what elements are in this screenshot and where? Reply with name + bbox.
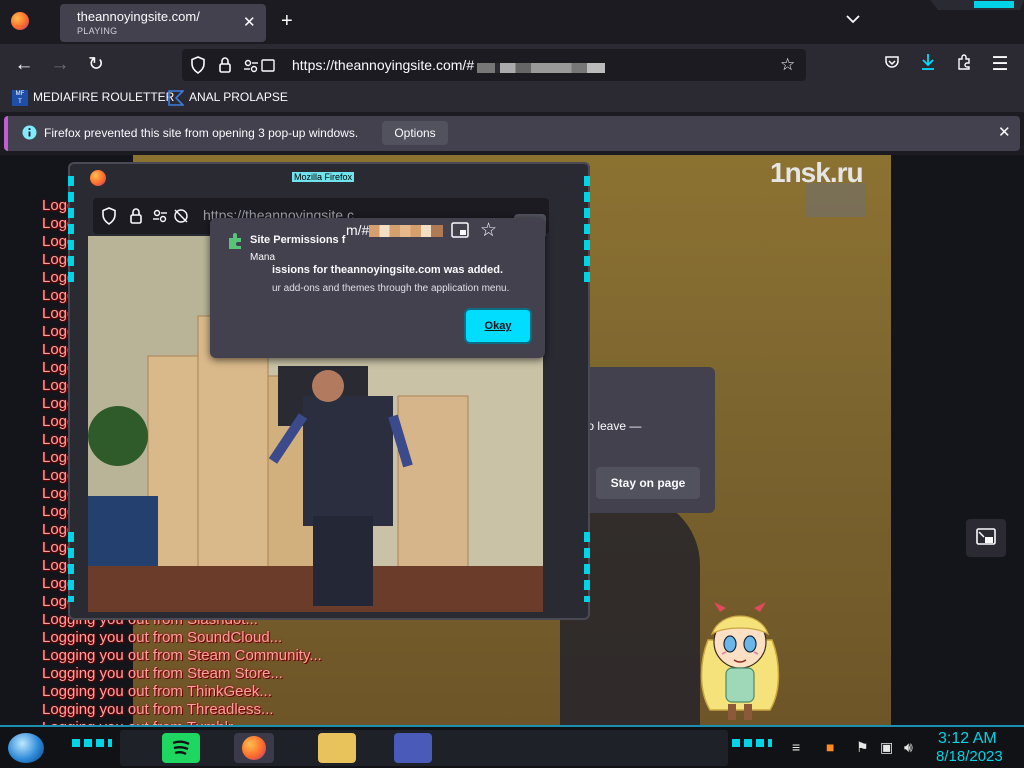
firefox-logo-icon xyxy=(11,12,29,30)
url-text: https://theannoyingsite.com/# xyxy=(292,57,475,73)
bookmark-anal-prolapse[interactable]: ANAL PROLAPSE xyxy=(168,90,288,106)
tab-title: theannoyingsite.com/ xyxy=(77,9,200,24)
start-button[interactable] xyxy=(8,733,44,763)
url-hash-glyphs xyxy=(477,63,605,73)
tab-playing-label: PLAYING xyxy=(77,26,118,36)
bookmark-star-icon[interactable]: ☆ xyxy=(480,219,497,242)
leave-dialog-text: to leave — xyxy=(584,419,642,433)
tab-list-chevron-icon[interactable] xyxy=(846,12,860,27)
downloads-icon[interactable] xyxy=(916,53,940,77)
frame-accent-right-bottom xyxy=(584,532,590,602)
taskbar-accent-left xyxy=(72,739,112,747)
flag-icon[interactable]: ⚑ xyxy=(856,739,869,756)
tab-active[interactable]: theannoyingsite.com/ PLAYING ✕ xyxy=(60,4,266,42)
tray-app-icon[interactable]: ■ xyxy=(826,739,834,755)
navigation-toolbar: ← → ↻ https://theannoyingsite.com/# ☆ ☰ xyxy=(0,44,1024,86)
taskbar-accent-right xyxy=(732,739,772,747)
permissions-panel-title: Site Permissions f xyxy=(250,234,346,246)
okay-button[interactable]: Okay xyxy=(466,310,530,342)
mediafire-icon: MF T xyxy=(12,90,28,106)
bookmark-star-icon[interactable]: ☆ xyxy=(780,55,795,75)
notification-options-button[interactable]: Options xyxy=(382,121,448,145)
permissions-panel-manage: Mana xyxy=(250,252,276,263)
permissions-icon[interactable] xyxy=(244,58,276,79)
picture-in-picture-icon xyxy=(976,528,996,545)
extensions-icon[interactable] xyxy=(952,53,976,77)
network-icon[interactable]: ▣ xyxy=(880,739,893,756)
reload-icon[interactable]: ↻ xyxy=(84,53,108,77)
window-app-icon[interactable] xyxy=(394,733,432,763)
info-icon xyxy=(22,125,37,145)
shield-icon[interactable] xyxy=(190,56,206,79)
permissions-icon[interactable] xyxy=(153,208,189,229)
permissions-panel-subtext: ur add-ons and themes through the applic… xyxy=(272,283,510,294)
clock-date[interactable]: 8/18/2023 xyxy=(936,748,1003,765)
cartoon-character-mascot xyxy=(700,602,780,720)
bookmarks-toolbar: MF T MEDIAFIRE ROULETTER ANAL PROLAPSE xyxy=(0,86,1024,112)
notification-text: Firefox prevented this site from opening… xyxy=(44,126,359,140)
hamburger-menu-icon[interactable]: ☰ xyxy=(988,53,1012,77)
pocket-icon[interactable] xyxy=(880,53,904,77)
popup-url-fragment: m/# xyxy=(346,222,444,238)
url-bar[interactable]: https://theannoyingsite.com/# ☆ xyxy=(182,49,806,81)
volume-icon[interactable]: 🔊︎ xyxy=(904,739,913,756)
picture-in-picture-icon[interactable] xyxy=(451,222,469,243)
window-frame-decoration xyxy=(930,0,1024,10)
stay-on-page-button[interactable]: Stay on page xyxy=(596,467,700,499)
clock-time[interactable]: 3:12 AM xyxy=(938,730,997,748)
bookmark-mediafire[interactable]: MF T MEDIAFIRE ROULETTER xyxy=(12,90,174,106)
logout-line: Logging you out from ThinkGeek... xyxy=(42,683,272,700)
permissions-panel-message: issions for theannoyingsite.com was adde… xyxy=(272,264,504,276)
file-explorer-icon[interactable] xyxy=(318,733,356,763)
logout-line: Logging you out from Steam Store... xyxy=(42,665,283,682)
firefox-app-icon[interactable] xyxy=(234,733,274,763)
logout-line: Logging you out from SoundCloud... xyxy=(42,629,283,646)
frame-accent-right xyxy=(584,176,590,286)
shield-icon[interactable] xyxy=(101,207,117,230)
popup-window-title: Mozilla Firefox xyxy=(292,172,355,182)
firefox-logo-icon xyxy=(90,170,106,186)
lock-icon[interactable] xyxy=(218,56,232,79)
bookmark-icon xyxy=(168,90,185,106)
popup-blocked-notification: Firefox prevented this site from opening… xyxy=(4,116,1020,151)
tab-strip: theannoyingsite.com/ PLAYING ✕ + xyxy=(0,0,1024,44)
logout-line: Logging you out from Steam Community... xyxy=(42,647,322,664)
logout-line: Logging you out from Threadless... xyxy=(42,701,274,718)
frame-accent-left-bottom xyxy=(68,532,74,602)
forward-arrow-icon[interactable]: → xyxy=(48,53,72,77)
taskbar: ≡ ■ ⚑ ▣ 🔊︎ 3:12 AM 8/18/2023 xyxy=(0,725,1024,768)
lock-icon[interactable] xyxy=(129,207,143,230)
notification-close-icon[interactable]: ✕ xyxy=(998,123,1011,141)
emoji-glyphs xyxy=(369,225,444,238)
picture-in-picture-button[interactable] xyxy=(966,519,1006,557)
new-tab-icon[interactable]: + xyxy=(281,10,293,33)
puzzle-piece-icon xyxy=(226,232,244,255)
spotify-app-icon[interactable] xyxy=(162,733,200,763)
video-watermark: 1nsk.ru xyxy=(770,157,864,188)
back-arrow-icon[interactable]: ← xyxy=(12,53,36,77)
tab-close-icon[interactable]: ✕ xyxy=(243,13,256,31)
frame-accent-left xyxy=(68,176,74,286)
show-desktop-icon[interactable]: ≡ xyxy=(792,739,800,755)
